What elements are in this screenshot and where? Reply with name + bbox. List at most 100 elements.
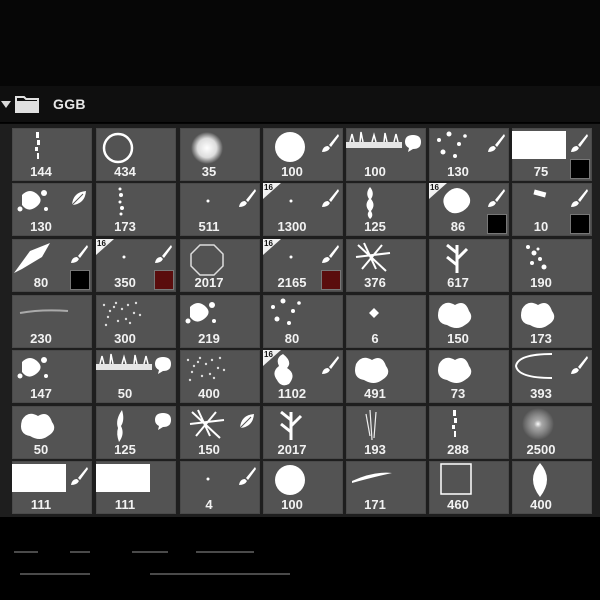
brush-preset-tile[interactable]: 393: [512, 350, 592, 403]
brush-size-label: 300: [114, 331, 136, 346]
diamond-icon: [369, 308, 379, 318]
ring-icon: [102, 132, 134, 164]
stroke-icon: [352, 472, 392, 483]
brush-size-label: 376: [364, 275, 386, 290]
brush-preset-tile[interactable]: 400: [512, 461, 592, 514]
brush-size-label: 147: [30, 386, 52, 401]
brush-preset-tile[interactable]: 150: [429, 295, 509, 348]
brush-preset-tile[interactable]: 80: [12, 239, 92, 292]
faint-glyph: [150, 573, 290, 575]
brush-preset-tile[interactable]: 100: [263, 461, 343, 514]
soft-round-icon: [191, 132, 223, 164]
brush-preset-tile[interactable]: 171: [346, 461, 426, 514]
brush-preset-tile[interactable]: 376: [346, 239, 426, 292]
brush-preset-tile[interactable]: 16 350: [96, 239, 176, 292]
leaf-sprig-icon: [446, 243, 469, 273]
brush-size-label: 460: [447, 497, 469, 512]
speckle-cluster-icon: [526, 245, 547, 270]
cloud-blob-icon: [355, 357, 389, 383]
brush-preset-tile[interactable]: 35: [180, 128, 260, 181]
cloud-blob-icon: [21, 413, 55, 439]
brush-preset-tile[interactable]: 6: [346, 295, 426, 348]
bit-depth-16-icon: 16: [263, 350, 281, 366]
paintbrush-icon: [486, 133, 506, 153]
soft-glow-icon: [522, 408, 554, 440]
faint-glyph: [132, 551, 168, 553]
brush-preset-tile[interactable]: 230: [12, 295, 92, 348]
hard-round-icon: [275, 465, 305, 495]
brush-size-label: 171: [364, 497, 386, 512]
brush-preset-tile[interactable]: 434: [96, 128, 176, 181]
leaf-shape-icon: [533, 463, 547, 497]
brush-preset-tile[interactable]: 100: [263, 128, 343, 181]
brush-preset-tile[interactable]: 288: [429, 406, 509, 459]
grass-strip-icon: [96, 353, 152, 370]
brush-size-label: 100: [281, 164, 303, 179]
brush-preset-tile[interactable]: 4: [180, 461, 260, 514]
brush-preset-tile[interactable]: 150: [180, 406, 260, 459]
small-chip-icon: [533, 189, 547, 198]
crossed-strands-icon: [189, 409, 225, 439]
bit-depth-16-icon: 16: [263, 183, 281, 199]
brush-preset-tile[interactable]: 460: [429, 461, 509, 514]
paintbrush-icon: [69, 244, 89, 264]
brush-preset-tile[interactable]: 130: [12, 183, 92, 236]
brush-preset-grid: 144 434 35 100 100 130 75 130 173 511 16 1300 125 16 8…: [0, 124, 600, 517]
crossed-strands-icon: [355, 242, 391, 272]
faint-glyph: [70, 551, 90, 553]
brush-preset-tile[interactable]: 16 1300: [263, 183, 343, 236]
faint-glyph: [14, 551, 38, 553]
brush-preset-tile[interactable]: 130: [429, 128, 509, 181]
bit-depth-16-icon: 16: [263, 239, 281, 255]
brush-preset-tile[interactable]: 491: [346, 350, 426, 403]
brush-preset-tile[interactable]: 16 1102: [263, 350, 343, 403]
brush-preset-tile[interactable]: 147: [12, 350, 92, 403]
brush-preset-tile[interactable]: 190: [512, 239, 592, 292]
brush-preset-tile[interactable]: 125: [346, 183, 426, 236]
bit-depth-16-icon: 16: [96, 239, 114, 255]
chevron-down-icon[interactable]: [1, 100, 11, 108]
brush-preset-tile[interactable]: 16 2165: [263, 239, 343, 292]
brush-size-label: 2500: [526, 442, 556, 457]
brush-size-label: 230: [30, 331, 52, 346]
brush-size-label: 6: [371, 331, 379, 346]
brush-preset-tile[interactable]: 2500: [512, 406, 592, 459]
brush-size-label: 350: [114, 275, 136, 290]
brush-preset-tile[interactable]: 617: [429, 239, 509, 292]
brush-preset-tile[interactable]: 10: [512, 183, 592, 236]
brush-preset-tile[interactable]: 75: [512, 128, 592, 181]
brush-preset-tile[interactable]: 144: [12, 128, 92, 181]
brush-size-label: 1300: [277, 219, 307, 234]
brush-preset-tile[interactable]: 50: [96, 350, 176, 403]
brush-preset-tile[interactable]: 100: [346, 128, 426, 181]
brush-preset-tile[interactable]: 125: [96, 406, 176, 459]
faint-glyph: [196, 551, 254, 553]
brush-preset-tile[interactable]: 111: [12, 461, 92, 514]
paintbrush-icon: [569, 355, 589, 375]
brush-preset-tile[interactable]: 111: [96, 461, 176, 514]
brush-preset-tile[interactable]: 219: [180, 295, 260, 348]
brush-preset-tile[interactable]: 173: [96, 183, 176, 236]
brush-group-header[interactable]: GGB: [0, 86, 600, 123]
paintbrush-icon: [569, 188, 589, 208]
group-name: GGB: [53, 96, 86, 112]
brush-preset-tile[interactable]: 16 86: [429, 183, 509, 236]
paintbrush-icon: [237, 188, 257, 208]
brush-preset-tile[interactable]: 173: [512, 295, 592, 348]
brush-preset-tile[interactable]: 193: [346, 406, 426, 459]
brush-size-label: 617: [447, 275, 469, 290]
brush-preset-tile[interactable]: 400: [180, 350, 260, 403]
brush-preset-tile[interactable]: 2017: [263, 406, 343, 459]
brush-preset-tile[interactable]: 300: [96, 295, 176, 348]
leaf-sprig-icon: [280, 410, 303, 440]
brush-preset-tile[interactable]: 80: [263, 295, 343, 348]
brush-preset-tile[interactable]: 50: [12, 406, 92, 459]
brush-size-label: 1102: [277, 386, 307, 401]
brush-preset-tile[interactable]: 73: [429, 350, 509, 403]
brush-size-label: 150: [198, 442, 220, 457]
faint-line-icon: [19, 309, 69, 314]
brush-preset-tile[interactable]: 511: [180, 183, 260, 236]
color-swatch: [487, 214, 507, 234]
dotted-line-icon: [118, 187, 124, 216]
brush-preset-tile[interactable]: 2017: [180, 239, 260, 292]
